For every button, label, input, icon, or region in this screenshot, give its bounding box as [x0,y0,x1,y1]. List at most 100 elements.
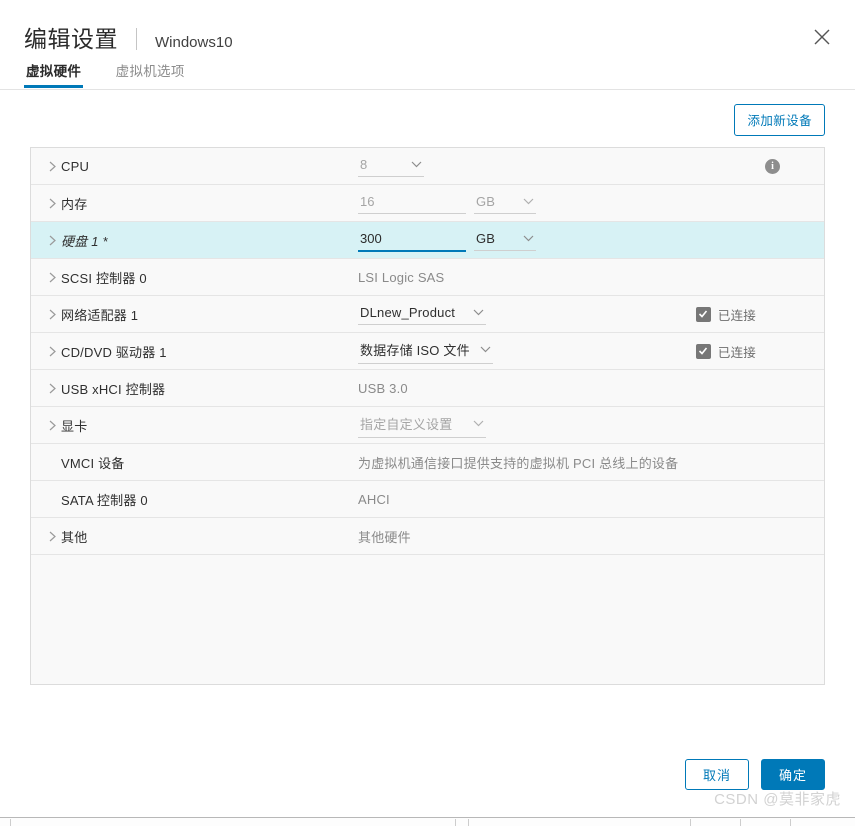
device-label-scsi-controller-0: SCSI 控制器 0 [61,270,147,286]
chevron-right-icon[interactable] [43,198,61,209]
row-label-cell: VMCI 设备 [43,444,358,480]
device-label-sata-controller-0: SATA 控制器 0 [61,492,148,508]
title-separator [136,28,137,50]
bg-col-divider [468,819,469,826]
row-value-cell: USB 3.0 [358,370,810,406]
row-label-cell: CD/DVD 驱动器 1 [43,333,358,369]
chevron-right-icon[interactable] [43,531,61,542]
vmci-device-description: 为虚拟机通信接口提供支持的虚拟机 PCI 总线上的设备 [358,455,679,471]
chevron-right-icon[interactable] [43,161,61,172]
network-connected-checkbox[interactable] [695,306,711,322]
table-empty-area [31,555,824,684]
chevron-right-icon[interactable] [43,346,61,357]
hard-disk-size-input[interactable] [358,228,466,252]
cd-dvd-media-select[interactable]: 数据存储 ISO 文件 [358,338,493,364]
table-row: SATA 控制器 0 AHCI [31,481,824,518]
chevron-down-icon [523,235,534,242]
ok-button[interactable]: 确定 [761,759,825,790]
row-label-cell: 网络适配器 1 [43,296,358,332]
chevron-down-icon [523,198,534,205]
table-row[interactable]: 硬盘 1 * GB [31,222,824,259]
chevron-right-icon[interactable] [43,420,61,431]
row-label-cell: 硬盘 1 * [43,222,358,258]
row-value-cell: 为虚拟机通信接口提供支持的虚拟机 PCI 总线上的设备 [358,444,810,480]
row-value-cell: 指定自定义设置 [358,407,810,443]
network-connected-checkbox-group: 已连接 [695,305,810,324]
device-label-hard-disk-1: 硬盘 1 * [61,233,108,249]
tab-bar: 虚拟硬件 虚拟机选项 [0,60,855,90]
bg-col-divider [10,819,11,826]
device-label-cd-dvd-drive-1: CD/DVD 驱动器 1 [61,344,167,360]
tab-vm-options[interactable]: 虚拟机选项 [114,60,187,87]
bg-col-divider [455,819,456,826]
table-row[interactable]: 内存 GB [31,185,824,222]
hard-disk-unit-select[interactable]: GB [474,229,536,251]
page-title: 编辑设置 [24,26,118,52]
toolbar: 添加新设备 [0,90,855,136]
table-row: VMCI 设备 为虚拟机通信接口提供支持的虚拟机 PCI 总线上的设备 [31,444,824,481]
cd-dvd-media-value: 数据存储 ISO 文件 [360,343,470,358]
cpu-count-select[interactable]: 8 [358,155,424,177]
sata-controller-value: AHCI [358,491,390,507]
cd-dvd-connected-checkbox[interactable] [695,343,711,359]
usb-controller-value: USB 3.0 [358,380,408,396]
tab-bar-divider [0,89,855,90]
row-label-cell: USB xHCI 控制器 [43,370,358,406]
chevron-down-icon [480,346,491,353]
hard-disk-unit-value: GB [476,231,496,246]
watermark: CSDN @莫非家虎 [714,791,841,808]
memory-unit-value: GB [476,194,496,209]
row-label-cell: SCSI 控制器 0 [43,259,358,295]
bg-col-divider [740,819,741,826]
table-row[interactable]: 显卡 指定自定义设置 [31,407,824,444]
network-adapter-value: DLnew_Product [360,305,456,320]
table-row[interactable]: 网络适配器 1 DLnew_Product 已连接 [31,296,824,333]
device-label-vmci-device: VMCI 设备 [61,455,125,471]
table-row[interactable]: 其他 其他硬件 [31,518,824,555]
network-adapter-select[interactable]: DLnew_Product [358,303,486,325]
row-label-cell: SATA 控制器 0 [43,481,358,517]
row-value-cell: LSI Logic SAS [358,259,810,295]
memory-size-input[interactable] [358,192,466,214]
device-label-cpu: CPU [61,158,90,174]
row-value-cell: GB [358,185,810,221]
cd-dvd-connected-label: 已连接 [717,345,756,360]
row-label-cell: 显卡 [43,407,358,443]
add-new-device-button[interactable]: 添加新设备 [734,104,825,136]
memory-unit-select[interactable]: GB [474,192,536,214]
dialog-footer: 取消 确定 [685,759,825,790]
cpu-info-icon[interactable]: i [765,158,780,174]
chevron-down-icon [473,309,484,316]
cpu-count-value: 8 [360,157,368,172]
table-row[interactable]: USB xHCI 控制器 USB 3.0 [31,370,824,407]
cancel-button[interactable]: 取消 [685,759,749,790]
chevron-right-icon[interactable] [43,235,61,246]
tab-virtual-hardware[interactable]: 虚拟硬件 [24,60,84,88]
chevron-right-icon[interactable] [43,272,61,283]
row-value-cell: DLnew_Product [358,296,696,332]
other-hardware-value: 其他硬件 [358,529,411,545]
chevron-right-icon[interactable] [43,309,61,320]
video-card-settings-value: 指定自定义设置 [360,417,453,432]
table-row[interactable]: CPU 8 i [31,148,824,185]
row-value-cell: AHCI [358,481,810,517]
background-window-sliver [0,817,855,826]
table-row[interactable]: CD/DVD 驱动器 1 数据存储 ISO 文件 已连接 [31,333,824,370]
bg-col-divider [690,819,691,826]
vm-name: Windows10 [155,34,233,51]
chevron-down-icon [473,420,484,427]
chevron-right-icon[interactable] [43,383,61,394]
bg-col-divider [790,819,791,826]
close-icon[interactable] [809,24,835,50]
table-row[interactable]: SCSI 控制器 0 LSI Logic SAS [31,259,824,296]
device-label-network-adapter-1: 网络适配器 1 [61,307,139,323]
chevron-down-icon [411,161,422,168]
row-label-cell: 其他 [43,518,358,554]
row-label-cell: 内存 [43,185,358,221]
device-table: CPU 8 i 内存 16 GB 硬盘 1 * 300 GB SCSI 控制器 … [30,147,825,685]
device-label-memory: 内存 [61,196,88,212]
device-label-other: 其他 [61,529,88,545]
video-card-settings-select[interactable]: 指定自定义设置 [358,412,486,438]
title-row: 编辑设置 Windows10 [24,20,831,54]
row-label-cell: CPU [43,148,358,184]
